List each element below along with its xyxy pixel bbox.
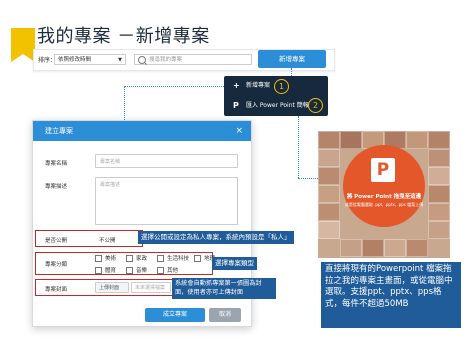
search-input[interactable]: 搜尋我的專案 <box>134 54 252 65</box>
cover-label: 專案封面 <box>45 287 68 293</box>
search-icon <box>138 56 146 64</box>
search-placeholder: 搜尋我的專案 <box>149 57 183 63</box>
callout-cover: 系統會自動抓專案第一張圖為封面，使用者亦可上傳封面 <box>172 278 276 299</box>
ppt-import-description: 直接將現有的Powerpoint 檔案拖拉之我的專案主畫面，或從電腦中選取。支援… <box>321 262 461 328</box>
connector-line <box>291 68 292 76</box>
page-title: 我的專案 －新增專案 <box>37 26 210 47</box>
sort-value: 依照修改時間 <box>58 57 92 63</box>
create-project-button[interactable]: 成立專案 <box>145 308 205 322</box>
callout-public: 選擇公開或設定為私人專案，系統內預設是「私人」 <box>138 231 294 244</box>
ppt-drop-circle: P 將 Power Point 拖曳至這邊 或是從電腦選取 .ppt, .ppt… <box>343 145 425 227</box>
cover-file-hint: 未來選擇檔案 <box>131 282 171 293</box>
upload-cover-button[interactable]: 上傳封面 <box>95 282 129 293</box>
name-label: 專案名稱 <box>45 161 68 167</box>
public-select[interactable]: 不公開 <box>99 236 116 244</box>
new-project-button[interactable]: 新增專案 <box>258 50 326 68</box>
sort-select[interactable]: 依照修改時間 ▼ <box>54 54 126 65</box>
new-project-dropdown: + 新增專案 P 匯入 Power Point 簡報 1 2 <box>224 76 328 116</box>
connector-line <box>124 86 125 120</box>
project-name-input[interactable]: 專案名稱 <box>95 154 238 168</box>
dropdown-item-label: 匯入 Power Point 簡報 <box>246 102 309 109</box>
dropdown-item-label: 新增專案 <box>246 82 271 89</box>
close-icon[interactable]: × <box>235 121 243 141</box>
ppt-drop-zone[interactable]: P 將 Power Point 拖曳至這邊 或是從電腦選取 .ppt, .ppt… <box>318 131 450 258</box>
step-badge-1: 1 <box>274 79 289 94</box>
category-label: 專案分類 <box>45 262 68 268</box>
powerpoint-logo-icon: P <box>371 158 395 182</box>
project-desc-textarea[interactable]: 專案描述 <box>95 177 238 225</box>
category-checkbox[interactable]: 生活科技 <box>157 254 189 262</box>
connector-line <box>124 86 224 87</box>
public-label: 是否公開 <box>45 238 68 244</box>
desc-label: 專案描述 <box>45 184 68 190</box>
category-checkbox[interactable]: 音樂 <box>126 266 147 274</box>
ppt-drop-title: 將 Power Point 拖曳至這邊 <box>346 194 422 200</box>
category-checkbox[interactable]: 其他 <box>157 266 178 274</box>
cancel-button[interactable]: 取消 <box>209 308 241 322</box>
powerpoint-icon: P <box>233 101 239 110</box>
connector-line <box>298 178 318 179</box>
ppt-drop-subtitle: 或是從電腦選取 .ppt, .pptx, .pps 檔案上傳 <box>344 202 424 207</box>
connector-line <box>298 116 299 178</box>
category-checkbox[interactable]: 家政 <box>126 254 147 262</box>
modal-title: 建立專案 <box>45 127 73 135</box>
step-badge-2: 2 <box>308 98 323 113</box>
modal-header: 建立專案 × <box>33 121 251 141</box>
callout-category: 選擇專案類型 <box>212 257 257 270</box>
category-checkbox[interactable]: 美術 <box>95 254 116 262</box>
plus-icon: + <box>233 81 240 90</box>
chevron-down-icon: ▼ <box>118 57 122 63</box>
bookmark-icon <box>11 28 35 62</box>
category-checkbox[interactable]: 體育 <box>95 266 116 274</box>
